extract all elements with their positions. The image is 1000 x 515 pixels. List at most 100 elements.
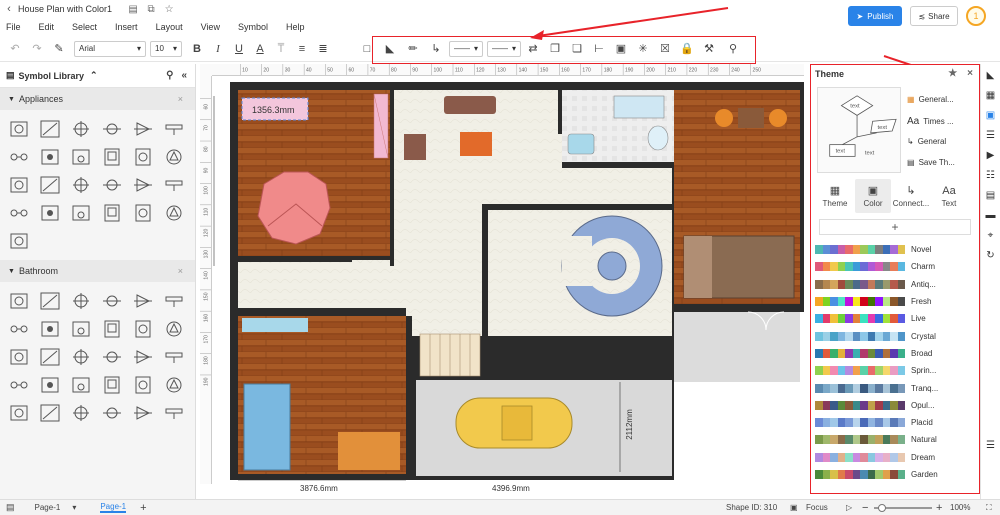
theme-option-general[interactable]: ▦ General... xyxy=(907,95,954,104)
avatar[interactable]: 1 xyxy=(966,6,986,26)
menu-layout[interactable]: Layout xyxy=(156,22,183,32)
appliance-symbol[interactable] xyxy=(131,174,155,196)
tab-connector[interactable]: ↳ Connect... xyxy=(893,179,929,213)
share-link-icon[interactable]: ⧉ xyxy=(142,4,160,15)
menu-help[interactable]: Help xyxy=(286,22,305,32)
page-dropdown[interactable]: Page-1 ▾ xyxy=(35,503,77,512)
zoom-value[interactable]: 100% xyxy=(950,503,970,512)
dimension-label-vertical[interactable]: 2112mm xyxy=(625,409,634,440)
appliance-symbol[interactable] xyxy=(7,118,31,140)
underline-icon[interactable]: U xyxy=(230,40,248,58)
selected-shape-label[interactable]: 1356.3mm xyxy=(252,105,295,115)
appliance-symbol[interactable] xyxy=(7,202,31,224)
menu-select[interactable]: Select xyxy=(72,22,97,32)
collapse-panel-icon[interactable]: « xyxy=(181,70,187,81)
appliance-symbol[interactable] xyxy=(162,174,186,196)
bathroom-symbol[interactable] xyxy=(100,318,124,340)
theme-option-font[interactable]: Aa Times ... xyxy=(907,116,954,127)
font-size-select[interactable]: 10 ▾ xyxy=(150,40,182,57)
pin-icon[interactable]: ★ xyxy=(948,68,957,79)
bathroom-symbol[interactable] xyxy=(7,374,31,396)
star-icon[interactable]: ☆ xyxy=(160,4,178,15)
focus-label[interactable]: Focus xyxy=(806,503,828,512)
theme-icon[interactable]: ▣ xyxy=(984,108,998,122)
menu-file[interactable]: File xyxy=(6,22,21,32)
fill-icon[interactable]: ◣ xyxy=(984,68,998,82)
bathroom-symbol[interactable] xyxy=(131,290,155,312)
palette-row[interactable]: Dream xyxy=(815,449,975,466)
bathroom-symbol[interactable] xyxy=(69,374,93,396)
palette-row[interactable]: Novel xyxy=(815,241,975,258)
bathroom-symbol[interactable] xyxy=(100,346,124,368)
zoom-in-icon[interactable]: + xyxy=(936,502,942,514)
palette-row[interactable]: Fresh xyxy=(815,293,975,310)
fit-icon[interactable]: ⌖ xyxy=(984,228,998,242)
history-icon[interactable]: ↻ xyxy=(984,248,998,262)
appliance-symbol[interactable] xyxy=(131,146,155,168)
bathroom-symbol[interactable] xyxy=(100,290,124,312)
spacing-icon[interactable]: ≣ xyxy=(314,40,332,58)
menu-view[interactable]: View xyxy=(201,22,220,32)
close-icon[interactable]: × xyxy=(178,266,183,276)
appliance-symbol[interactable] xyxy=(131,202,155,224)
bathroom-symbol[interactable] xyxy=(38,346,62,368)
layers-icon[interactable]: ☰ xyxy=(984,128,998,142)
tab-text[interactable]: Aa Text xyxy=(931,179,967,213)
appliance-symbol[interactable] xyxy=(38,202,62,224)
bathroom-symbol[interactable] xyxy=(162,402,186,424)
save-icon[interactable]: ▤ xyxy=(124,4,142,15)
tab-theme[interactable]: ▦ Theme xyxy=(817,179,853,213)
palette-row[interactable]: Antiq... xyxy=(815,276,975,293)
bathroom-symbol[interactable] xyxy=(38,374,62,396)
format-painter-icon[interactable]: ✎ xyxy=(50,40,68,58)
category-appliances[interactable]: ▼ Appliances × xyxy=(0,88,195,110)
bathroom-symbol[interactable] xyxy=(69,318,93,340)
palette-row[interactable]: Live xyxy=(815,310,975,327)
redo-icon[interactable]: ↷ xyxy=(28,40,46,58)
palette-row[interactable]: Garden xyxy=(815,466,975,483)
dimension-label-right[interactable]: 4396.9mm xyxy=(492,484,530,493)
palette-row[interactable]: Crystal xyxy=(815,327,975,344)
bathroom-symbol[interactable] xyxy=(7,346,31,368)
bathroom-symbol[interactable] xyxy=(131,318,155,340)
appliance-symbol[interactable] xyxy=(162,202,186,224)
image-icon[interactable]: ▦ xyxy=(984,88,998,102)
play-icon[interactable]: ▷ xyxy=(846,503,852,512)
floor-plan[interactable]: 1356.3mm xyxy=(212,76,804,484)
palette-row[interactable]: Placid xyxy=(815,414,975,431)
add-theme-button[interactable]: + xyxy=(819,219,971,235)
tab-color[interactable]: ▣ Color xyxy=(855,179,891,213)
appliance-symbol[interactable] xyxy=(100,202,124,224)
close-icon[interactable]: × xyxy=(967,68,973,79)
appliance-symbol[interactable] xyxy=(69,202,93,224)
palette-row[interactable]: Natural xyxy=(815,431,975,448)
font-family-select[interactable]: Arial ▾ xyxy=(74,40,146,57)
appliance-symbol[interactable] xyxy=(162,118,186,140)
bathroom-symbol[interactable] xyxy=(100,402,124,424)
zoom-out-icon[interactable]: − xyxy=(862,502,868,514)
appliance-symbol[interactable] xyxy=(7,146,31,168)
palette-row[interactable]: Sprin... xyxy=(815,362,975,379)
drawing-canvas[interactable]: 1356.3mm 2112mm xyxy=(212,76,804,484)
appliance-symbol[interactable] xyxy=(7,174,31,196)
menu-symbol[interactable]: Symbol xyxy=(238,22,268,32)
page-layout-icon[interactable]: ▤ xyxy=(6,502,15,513)
appliance-symbol[interactable] xyxy=(69,174,93,196)
appliance-symbol[interactable] xyxy=(7,230,31,252)
dimension-label-left[interactable]: 3876.6mm xyxy=(300,484,338,493)
align-icon[interactable]: ≡ xyxy=(293,40,311,58)
presentation-icon[interactable]: ▶ xyxy=(984,148,998,162)
bathroom-symbol[interactable] xyxy=(7,402,31,424)
share-button[interactable]: ≲ Share xyxy=(910,6,958,26)
bathroom-symbol[interactable] xyxy=(38,318,62,340)
menu-insert[interactable]: Insert xyxy=(115,22,138,32)
zoom-slider[interactable] xyxy=(874,504,932,512)
appliance-symbol[interactable] xyxy=(100,118,124,140)
document-title[interactable]: House Plan with Color1 xyxy=(18,4,112,14)
bathroom-symbol[interactable] xyxy=(7,290,31,312)
zoom-slider-handle[interactable] xyxy=(878,504,886,512)
bathroom-symbol[interactable] xyxy=(162,346,186,368)
fullscreen-icon[interactable]: ⛶ xyxy=(986,503,992,513)
bathroom-symbol[interactable] xyxy=(7,318,31,340)
appliance-symbol[interactable] xyxy=(38,118,62,140)
